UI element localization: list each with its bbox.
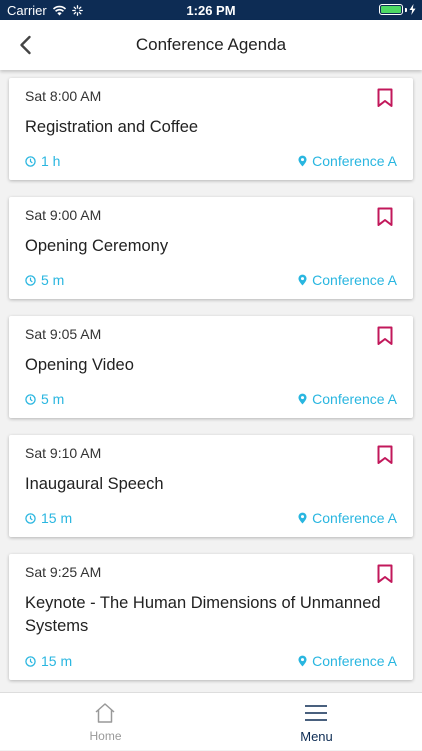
status-bar: Carrier 1:26 PM xyxy=(0,0,422,20)
bookmark-icon[interactable] xyxy=(376,207,394,227)
session-time: Sat 9:25 AM xyxy=(25,564,102,580)
clock-icon xyxy=(25,274,36,286)
session-duration: 5 m xyxy=(25,272,64,288)
session-title: Registration and Coffee xyxy=(25,118,199,136)
session-time: Sat 9:00 AM xyxy=(25,207,102,223)
location-pin-icon xyxy=(298,393,307,405)
session-duration: 15 m xyxy=(25,653,72,669)
session-meta: 15 m Conference A xyxy=(25,653,397,669)
session-card[interactable]: Sat 9:00 AM Opening Ceremony 5 m Confere… xyxy=(9,197,413,299)
tab-menu-label: Menu xyxy=(300,729,333,744)
location-label: Conference A xyxy=(312,272,397,288)
location-pin-icon xyxy=(298,512,307,524)
status-time: 1:26 PM xyxy=(186,3,236,18)
navigation-bar: Conference Agenda xyxy=(0,20,422,70)
duration-label: 1 h xyxy=(41,153,61,169)
session-card[interactable]: Sat 9:05 AM Opening Video 5 m Conference… xyxy=(9,316,413,418)
session-duration: 1 h xyxy=(25,153,60,169)
bookmark-icon[interactable] xyxy=(376,564,394,584)
session-card[interactable]: Sat 9:10 AM Inaugaural Speech 15 m Confe… xyxy=(9,435,413,537)
session-location: Conference A xyxy=(298,510,397,526)
location-label: Conference A xyxy=(312,153,397,169)
clock-icon xyxy=(25,155,36,167)
clock-icon xyxy=(25,655,36,667)
clock-icon xyxy=(25,393,36,405)
session-time: Sat 9:05 AM xyxy=(25,326,102,342)
duration-label: 15 m xyxy=(41,510,73,526)
session-card[interactable]: Sat 8:00 AM Registration and Coffee 1 h … xyxy=(9,78,413,180)
duration-label: 5 m xyxy=(41,272,65,288)
tab-home-label: Home xyxy=(89,729,122,743)
session-title: Opening Video xyxy=(25,356,134,374)
page-title: Conference Agenda xyxy=(135,35,287,54)
location-label: Conference A xyxy=(312,510,397,526)
duration-label: 15 m xyxy=(41,653,73,669)
home-icon xyxy=(95,703,115,723)
tab-bar: Home Menu xyxy=(0,692,422,750)
session-time: Sat 8:00 AM xyxy=(25,88,102,104)
session-meta: 5 m Conference A xyxy=(25,391,397,407)
charging-bolt-icon xyxy=(409,4,416,15)
session-location: Conference A xyxy=(298,272,397,288)
session-location: Conference A xyxy=(298,153,397,169)
bookmark-icon[interactable] xyxy=(376,88,394,108)
session-title: Opening Ceremony xyxy=(25,237,169,255)
session-meta: 5 m Conference A xyxy=(25,272,397,288)
session-time: Sat 9:10 AM xyxy=(25,445,102,461)
menu-icon xyxy=(305,705,327,721)
duration-label: 5 m xyxy=(41,391,65,407)
battery-icon xyxy=(379,4,416,15)
bookmark-icon[interactable] xyxy=(376,445,394,465)
session-title: Inaugaural Speech xyxy=(25,475,164,493)
session-card[interactable]: Sat 9:25 AM Keynote - The Human Dimensio… xyxy=(9,554,413,680)
session-meta: 15 m Conference A xyxy=(25,510,397,526)
session-duration: 15 m xyxy=(25,510,72,526)
session-meta: 1 h Conference A xyxy=(25,153,397,169)
location-pin-icon xyxy=(298,655,307,667)
location-pin-icon xyxy=(298,274,307,286)
tab-menu[interactable]: Menu xyxy=(211,693,422,751)
session-duration: 5 m xyxy=(25,391,64,407)
session-location: Conference A xyxy=(298,653,397,669)
agenda-list[interactable]: Sat 8:00 AM Registration and Coffee 1 h … xyxy=(0,70,422,692)
session-title: Keynote - The Human Dimensions of Unmann… xyxy=(25,594,381,635)
bookmark-icon[interactable] xyxy=(376,326,394,346)
clock-icon xyxy=(25,512,36,524)
location-label: Conference A xyxy=(312,653,397,669)
location-pin-icon xyxy=(298,155,307,167)
tab-home[interactable]: Home xyxy=(0,693,211,751)
session-location: Conference A xyxy=(298,391,397,407)
location-label: Conference A xyxy=(312,391,397,407)
